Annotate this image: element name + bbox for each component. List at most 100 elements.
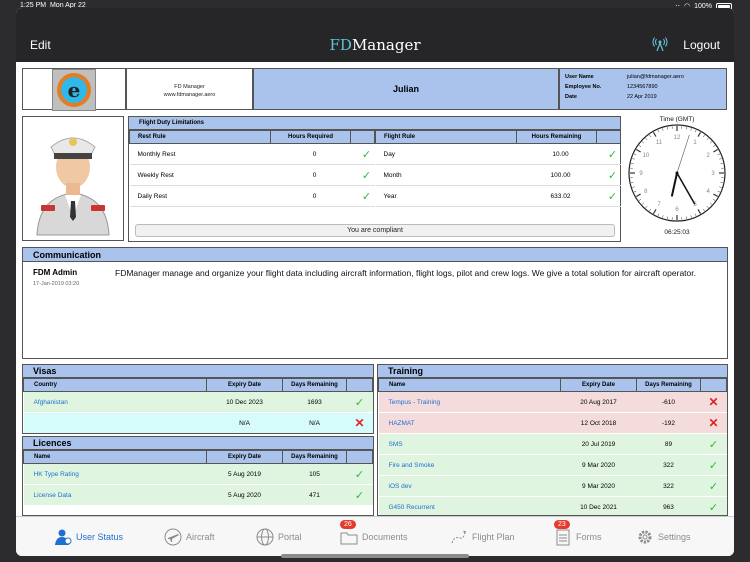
analog-clock-icon: 121234567891011	[628, 124, 726, 222]
tab-label: Aircraft	[186, 532, 215, 542]
hours-remaining: 633.02	[516, 185, 597, 207]
date-label: Date	[565, 94, 577, 100]
training-panel: Training Name Expiry Date Days Remaining…	[377, 364, 728, 516]
licence-name-link[interactable]: License Data	[23, 484, 207, 506]
licences-title: Licences	[23, 437, 373, 450]
visa-days: N/A	[282, 412, 347, 433]
table-row: Day 10.00 ✓	[375, 143, 621, 165]
licence-days: 471	[282, 484, 347, 506]
message-date: 17-Jan-2019 03:20	[33, 281, 80, 287]
training-expiry: 20 Aug 2017	[560, 391, 637, 413]
training-days: -192	[636, 412, 701, 434]
fdl-title: Flight Duty Limitations	[129, 117, 620, 130]
company-logo-box: e	[22, 68, 126, 111]
user-name-label: User Name	[565, 74, 594, 80]
licence-days: 105	[282, 463, 347, 485]
globe-icon	[256, 528, 274, 546]
training-expiry: 10 Dec 2021	[560, 496, 637, 515]
hours-required: 0	[270, 143, 351, 165]
table-row[interactable]: N/A N/A ✕	[23, 412, 373, 433]
tab-label: Portal	[278, 532, 302, 542]
user-icon	[55, 529, 72, 545]
company-logo: e	[52, 69, 96, 111]
table-row[interactable]: Fire and Smoke 9 Mar 2020 322 ✓	[378, 454, 727, 476]
table-row[interactable]: License Data 5 Aug 2020 471 ✓	[23, 484, 373, 506]
training-name-link[interactable]: Tempus - Training	[378, 391, 561, 413]
table-row: Monthly Rest 0 ✓	[129, 143, 375, 165]
table-row[interactable]: HK Type Rating 5 Aug 2019 105 ✓	[23, 463, 373, 485]
tab-forms[interactable]: 23 Forms	[554, 520, 602, 547]
tab-aircraft[interactable]: Aircraft	[164, 527, 215, 547]
app-window: Edit FDManager Logout e FD Manager www.f…	[16, 8, 734, 556]
forms-badge: 23	[554, 520, 570, 529]
visa-days: 1693	[282, 391, 347, 413]
check-icon: ✓	[350, 143, 375, 165]
employee-no-label: Employee No.	[565, 84, 602, 90]
training-name-link[interactable]: G450 Recurrent	[378, 496, 561, 515]
app-title: FDManager	[329, 36, 421, 54]
company-website: www.fdmanager.aero	[163, 92, 216, 98]
hours-required-header: Hours Required	[270, 130, 351, 144]
visa-country-link[interactable]: Afghanistan	[23, 391, 207, 413]
training-days: 963	[636, 496, 701, 515]
home-indicator[interactable]	[281, 554, 469, 558]
clock-digital-time: 06:25:03	[664, 229, 690, 236]
pilot-avatar	[22, 116, 124, 241]
tab-label: Documents	[362, 532, 408, 542]
tab-user-status[interactable]: User Status	[54, 527, 123, 547]
check-icon: ✓	[700, 475, 727, 497]
pilot-name: Julian	[253, 68, 559, 110]
licence-name-link[interactable]: HK Type Rating	[23, 463, 207, 485]
training-expiry: 9 Mar 2020	[560, 475, 637, 497]
tab-label: Settings	[658, 532, 691, 542]
expiry-date-header: Expiry Date	[206, 450, 283, 464]
training-days: 89	[636, 433, 701, 455]
visas-panel: Visas Country Expiry Date Days Remaining…	[22, 364, 374, 434]
tab-label: User Status	[76, 532, 124, 542]
hours-remaining: 10.00	[516, 143, 597, 165]
check-icon: ✓	[700, 496, 727, 515]
table-row[interactable]: Afghanistan 10 Dec 2023 1693 ✓	[23, 391, 373, 413]
antenna-icon[interactable]	[652, 37, 668, 51]
training-name-link[interactable]: SMS	[378, 433, 561, 455]
tab-documents[interactable]: 26 Documents	[340, 520, 408, 547]
visas-table: Country Expiry Date Days Remaining Afgha…	[23, 378, 373, 433]
training-name-link[interactable]: Fire and Smoke	[378, 454, 561, 476]
company-info: FD Manager www.fdmanager.aero	[126, 68, 253, 110]
expiry-date-header: Expiry Date	[560, 378, 637, 392]
table-row[interactable]: G450 Recurrent 10 Dec 2021 963 ✓	[378, 496, 727, 515]
document-icon	[556, 529, 570, 546]
documents-badge: 26	[340, 520, 356, 529]
training-days: -610	[636, 391, 701, 413]
tab-bar: User Status Aircraft Portal 26 Documents…	[16, 516, 734, 556]
tab-settings[interactable]: Settings	[636, 527, 691, 547]
message-body: FDManager manage and organize your fligh…	[115, 268, 696, 278]
training-name-link[interactable]: HAZMAT	[378, 412, 561, 434]
table-row[interactable]: Tempus - Training 20 Aug 2017 -610 ✕	[378, 391, 727, 413]
company-name: FD Manager	[174, 84, 205, 90]
check-icon: ✓	[596, 185, 621, 207]
pilot-avatar-icon	[36, 137, 110, 236]
table-row[interactable]: HAZMAT 12 Oct 2018 -192 ✕	[378, 412, 727, 434]
clock-numeral: 12	[674, 135, 681, 141]
cross-icon: ✕	[700, 391, 727, 413]
table-row: Month 100.00 ✓	[375, 164, 621, 186]
tab-label: Flight Plan	[472, 532, 515, 542]
tab-flight-plan[interactable]: Flight Plan	[450, 527, 515, 547]
hours-required: 0	[270, 164, 351, 186]
flight-rule: Month	[375, 164, 517, 186]
tab-portal[interactable]: Portal	[256, 527, 302, 547]
visa-country-link[interactable]	[23, 412, 207, 433]
table-row[interactable]: SMS 20 Jul 2019 89 ✓	[378, 433, 727, 455]
name-header: Name	[23, 450, 207, 464]
clock-numeral: 10	[642, 153, 649, 159]
check-icon: ✓	[350, 185, 375, 207]
gear-icon	[638, 530, 652, 544]
check-icon: ✓	[346, 463, 373, 485]
logout-button[interactable]: Logout	[683, 38, 720, 52]
days-remaining-header: Days Remaining	[282, 378, 347, 392]
table-row[interactable]: iOS dev 9 Mar 2020 322 ✓	[378, 475, 727, 497]
training-name-link[interactable]: iOS dev	[378, 475, 561, 497]
date-value: 22 Apr 2019	[627, 94, 657, 100]
tab-label: Forms	[576, 532, 602, 542]
